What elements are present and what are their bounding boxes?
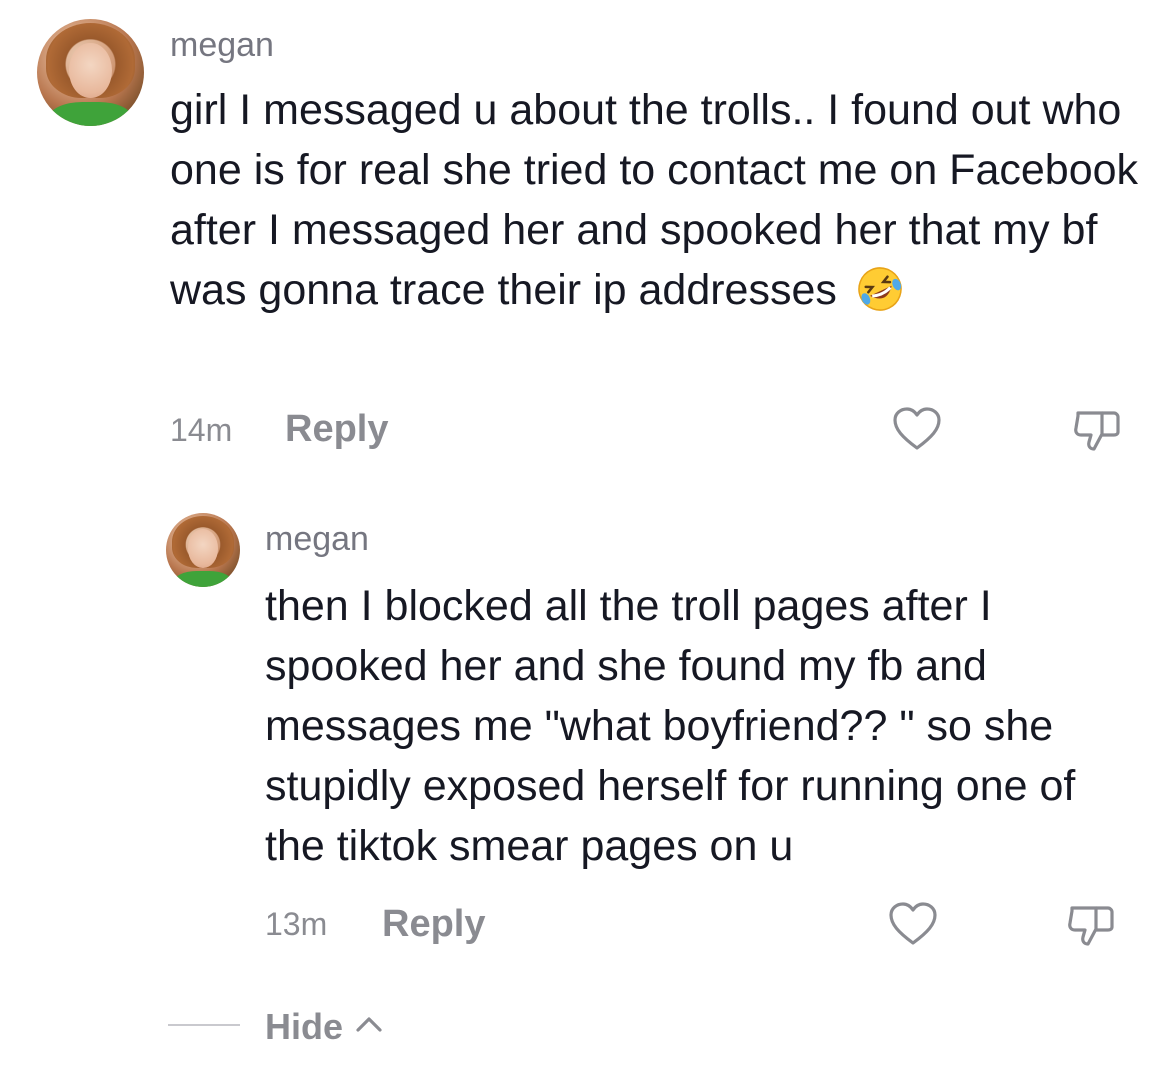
comment-username[interactable]: megan	[265, 520, 369, 559]
comment-timestamp: 13m	[265, 906, 328, 942]
thumbs-down-outline-icon[interactable]	[1066, 899, 1116, 949]
avatar-face	[188, 529, 218, 568]
avatar[interactable]	[166, 513, 240, 587]
replies-divider	[168, 1024, 240, 1026]
chevron-up-icon[interactable]	[354, 1014, 384, 1034]
comment: megan then I blocked all the troll pages…	[0, 0, 1170, 980]
heart-outline-icon[interactable]	[888, 901, 938, 947]
reply-button[interactable]: Reply	[382, 903, 485, 946]
avatar-shirt	[173, 570, 233, 587]
comment-text: then I blocked all the troll pages after…	[265, 582, 1076, 870]
hide-replies-button[interactable]: Hide	[265, 1006, 343, 1048]
